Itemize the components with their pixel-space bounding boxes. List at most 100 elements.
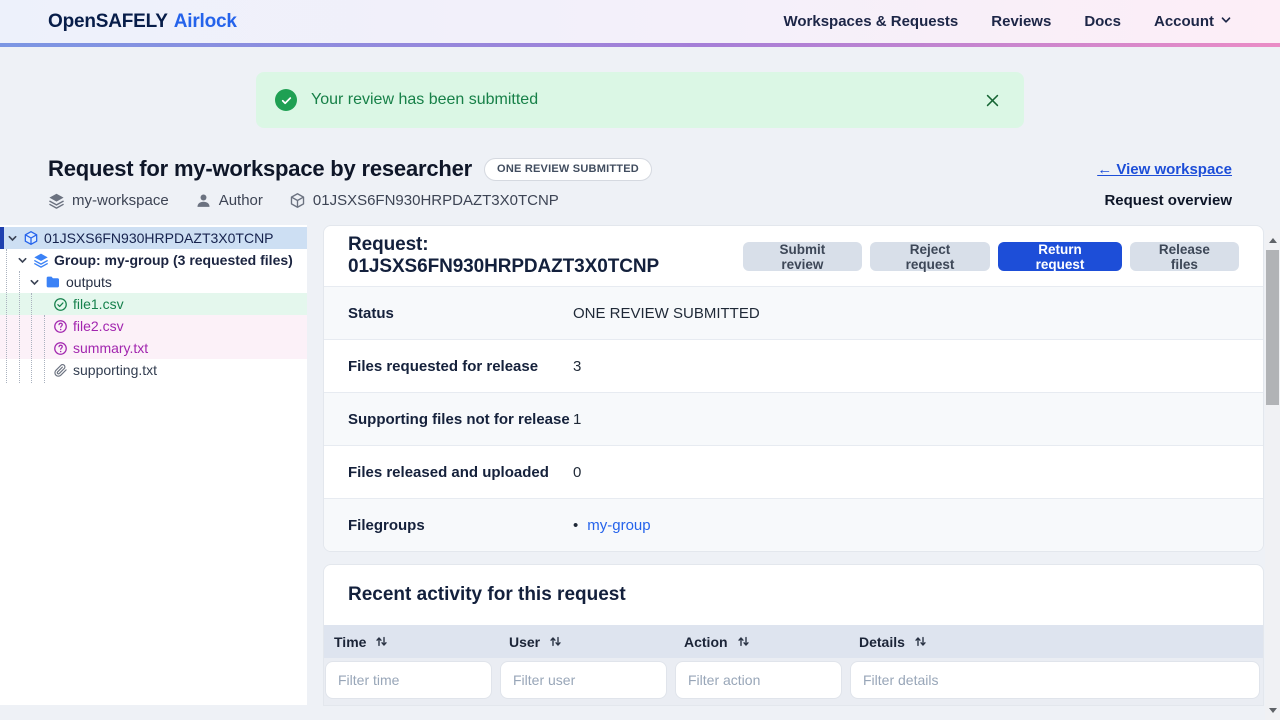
chevron-down-icon[interactable] xyxy=(17,255,28,266)
detail-row-files-requested: Files requested for release 3 xyxy=(324,339,1263,392)
reject-request-button[interactable]: Reject request xyxy=(869,241,991,272)
return-request-button[interactable]: Return request xyxy=(998,241,1122,272)
column-label: Action xyxy=(684,633,728,650)
column-label: User xyxy=(509,633,541,650)
detail-label: Files requested for release xyxy=(348,357,539,375)
tree-item-summary[interactable]: summary.txt xyxy=(0,337,307,359)
layers-icon xyxy=(48,192,65,209)
meta-request-id-label: 01JSXS6FN930HRPDAZT3X0TCNP xyxy=(312,192,559,209)
request-overview-label: Request overview xyxy=(1104,192,1232,209)
success-alert: Your review has been submitted xyxy=(256,72,1024,128)
activity-card: Recent activity for this request Time Us… xyxy=(323,564,1264,706)
page-header: Request for my-workspace by researcher O… xyxy=(0,156,1280,209)
question-circle-icon xyxy=(54,319,67,333)
request-card: Request: 01JSXS6FN930HRPDAZT3X0TCNP Subm… xyxy=(323,225,1264,552)
request-card-title: Request: 01JSXS6FN930HRPDAZT3X0TCNP xyxy=(348,234,660,277)
view-workspace-link[interactable]: ← View workspace xyxy=(1097,161,1232,178)
sort-icon xyxy=(375,635,388,648)
tree-item-file1[interactable]: file1.csv xyxy=(0,293,307,315)
sort-icon xyxy=(737,635,750,648)
page-title: Request for my-workspace by researcher xyxy=(48,156,473,181)
detail-value: 0 xyxy=(573,463,582,481)
navbar-gradient-border xyxy=(0,43,1280,47)
sort-icon xyxy=(914,635,927,648)
vertical-scrollbar[interactable] xyxy=(1265,230,1280,720)
filter-action-input[interactable] xyxy=(675,661,842,699)
close-icon[interactable] xyxy=(980,88,1005,113)
folder-icon xyxy=(46,276,59,288)
tree-item-label: file1.csv xyxy=(73,296,124,312)
account-label: Account xyxy=(1154,13,1214,30)
submit-review-button[interactable]: Submit review xyxy=(742,241,862,272)
filter-user-input[interactable] xyxy=(500,661,667,699)
detail-row-supporting-files: Supporting files not for release 1 xyxy=(324,392,1263,445)
brand-primary: OpenSAFELY xyxy=(48,10,168,32)
activity-filter-row xyxy=(324,658,1263,705)
chevron-down-icon[interactable] xyxy=(29,277,40,288)
filegroup-link[interactable]: my-group xyxy=(587,517,650,534)
scrollbar-thumb[interactable] xyxy=(1266,250,1279,405)
activity-table-header: Time User Action Details xyxy=(324,625,1263,658)
tree-item-label: file2.csv xyxy=(73,318,124,334)
meta-workspace-label: my-workspace xyxy=(72,192,169,209)
tree-item-label: summary.txt xyxy=(73,340,149,356)
detail-label: Files released and uploaded xyxy=(348,463,549,481)
brand-logo[interactable]: OpenSAFELY Airlock xyxy=(48,11,237,33)
bullet: • xyxy=(573,516,579,534)
cube-icon xyxy=(24,231,38,245)
layers-icon xyxy=(34,253,48,268)
detail-value: ONE REVIEW SUBMITTED xyxy=(573,304,760,322)
status-badge: ONE REVIEW SUBMITTED xyxy=(484,157,652,181)
scroll-up-icon[interactable] xyxy=(1265,232,1280,248)
file-tree-sidebar: 01JSXS6FN930HRPDAZT3X0TCNP Group: my-gro… xyxy=(0,225,307,705)
column-header-time[interactable]: Time xyxy=(324,634,499,650)
tree-item-group[interactable]: Group: my-group (3 requested files) xyxy=(0,249,307,271)
navbar: OpenSAFELY Airlock Workspaces & Requests … xyxy=(0,0,1280,43)
content: 01JSXS6FN930HRPDAZT3X0TCNP Group: my-gro… xyxy=(0,225,1280,706)
filter-time-input[interactable] xyxy=(325,661,492,699)
tree-item-file2[interactable]: file2.csv xyxy=(0,315,307,337)
release-files-button[interactable]: Release files xyxy=(1129,241,1239,272)
request-actions: Submit review Reject request Return requ… xyxy=(742,241,1239,272)
sort-icon xyxy=(549,635,562,648)
scroll-down-icon[interactable] xyxy=(1265,702,1280,718)
meta-workspace: my-workspace xyxy=(48,192,169,209)
detail-label: Status xyxy=(348,304,394,322)
column-header-action[interactable]: Action xyxy=(674,634,849,650)
meta-author-label: Author xyxy=(218,192,263,209)
meta-request-id: 01JSXS6FN930HRPDAZT3X0TCNP xyxy=(289,192,559,209)
detail-row-status: Status ONE REVIEW SUBMITTED xyxy=(324,286,1263,339)
nav-link-account[interactable]: Account xyxy=(1154,13,1232,30)
nav-link-workspaces[interactable]: Workspaces & Requests xyxy=(783,13,958,30)
request-details: Status ONE REVIEW SUBMITTED Files reques… xyxy=(324,286,1263,551)
check-circle-icon xyxy=(54,297,67,311)
question-circle-icon xyxy=(54,341,67,355)
tree-item-supporting[interactable]: supporting.txt xyxy=(0,359,307,381)
detail-label: Supporting files not for release xyxy=(348,410,570,428)
alert-message: Your review has been submitted xyxy=(311,91,539,108)
tree-item-label: Group: my-group (3 requested files) xyxy=(54,252,293,268)
detail-label: Filegroups xyxy=(348,516,425,534)
nav-links: Workspaces & Requests Reviews Docs Accou… xyxy=(783,13,1232,30)
filter-details-input[interactable] xyxy=(850,661,1260,699)
nav-link-reviews[interactable]: Reviews xyxy=(991,13,1051,30)
column-label: Time xyxy=(334,633,367,650)
column-header-details[interactable]: Details xyxy=(849,634,1263,650)
tree-item-label: outputs xyxy=(66,274,112,290)
activity-title: Recent activity for this request xyxy=(348,584,626,605)
column-header-user[interactable]: User xyxy=(499,634,674,650)
tree-item-label: 01JSXS6FN930HRPDAZT3X0TCNP xyxy=(44,230,274,246)
detail-row-files-released: Files released and uploaded 0 xyxy=(324,445,1263,498)
detail-value: 1 xyxy=(573,410,582,428)
nav-link-docs[interactable]: Docs xyxy=(1084,13,1121,30)
user-icon xyxy=(195,192,212,209)
tree-item-request-root[interactable]: 01JSXS6FN930HRPDAZT3X0TCNP xyxy=(0,227,307,249)
meta-author: Author xyxy=(195,192,263,209)
detail-row-filegroups: Filegroups • my-group xyxy=(324,498,1263,551)
tree-item-outputs-folder[interactable]: outputs xyxy=(0,271,307,293)
paperclip-icon xyxy=(54,363,67,377)
column-label: Details xyxy=(859,633,905,650)
chevron-down-icon[interactable] xyxy=(7,233,18,244)
tree-item-label: supporting.txt xyxy=(73,362,158,378)
cube-icon xyxy=(289,192,306,209)
